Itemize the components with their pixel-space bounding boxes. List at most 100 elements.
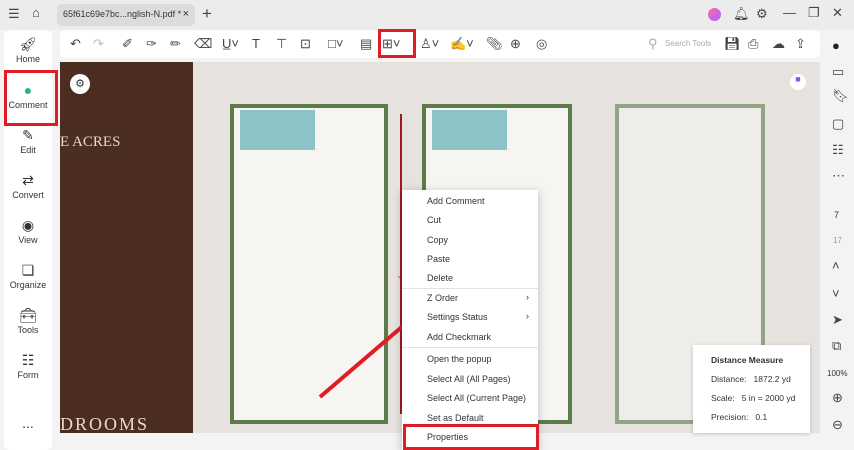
- document-tab[interactable]: 65f61c69e7bc...nglish-N.pdf * ×: [57, 4, 195, 26]
- sidebar-item-tools[interactable]: 🧰︎ Tools: [4, 307, 52, 335]
- chevron-down-icon[interactable]: ˅: [832, 286, 840, 301]
- page-total: 17: [833, 236, 842, 245]
- page-current[interactable]: 7: [834, 210, 839, 220]
- signature-icon[interactable]: ✍˅: [450, 36, 474, 52]
- menu-item-open-popup[interactable]: Open the popup: [402, 349, 538, 369]
- menu-label: Z Order: [427, 293, 459, 303]
- brochure-panel: E ACRES DROOMS: [60, 62, 193, 433]
- sidebar-label: Edit: [20, 145, 36, 155]
- more-icon[interactable]: ⋯: [832, 168, 845, 184]
- settings-toggle-icon[interactable]: ⚙: [70, 74, 90, 94]
- title-bar: ☰ ⌂ 65f61c69e7bc...nglish-N.pdf * × + 🔔︎ …: [0, 0, 854, 30]
- zoom-out-icon[interactable]: ⊖: [832, 417, 843, 433]
- right-sidebar: ● ▭ 🔖︎ ▢ ☷ ⋯ 7 17 ˄ ˅ ➤ ⧉ 100% ⊕ ⊖: [824, 30, 854, 450]
- area-highlight-icon[interactable]: ✑: [146, 36, 157, 52]
- sidebar-item-form[interactable]: ☷ Form: [4, 352, 52, 380]
- search-tools-input[interactable]: Search Tools: [665, 39, 711, 48]
- stamp-icon[interactable]: ♙˅: [420, 36, 439, 52]
- pool: [240, 110, 315, 150]
- highlight-measure-tool: [378, 29, 416, 58]
- redo-icon[interactable]: ↷: [93, 36, 104, 52]
- window-close-icon[interactable]: ✕: [832, 5, 843, 21]
- cloud-upload-icon[interactable]: ☁: [772, 36, 785, 52]
- menu-item-settings-status[interactable]: Settings Status ›: [402, 307, 538, 327]
- share-icon[interactable]: ⇪: [795, 36, 806, 52]
- toolbar: ↶ ↷ ✐ ✑ ✏ ⌫ U̲˅ T ⊤ ⊡ □˅ ▤ ⊞˅ ♙˅ ✍˅ 📎︎ ⊕…: [60, 30, 820, 58]
- properties-panel-icon[interactable]: ☷: [832, 142, 844, 158]
- distance-row: Distance: 1872.2 yd: [711, 374, 810, 384]
- comments-panel-icon[interactable]: ▢: [832, 116, 844, 132]
- ai-robot-icon[interactable]: ●: [832, 38, 840, 53]
- attachment-icon[interactable]: 📎︎: [486, 36, 503, 52]
- menu-item-select-all-pages[interactable]: Select All (All Pages): [402, 369, 538, 389]
- distance-value: 1872.2 yd: [753, 374, 791, 384]
- context-menu: Add Comment Cut Copy Paste Delete Z Orde…: [402, 190, 538, 450]
- sidebar-item-edit[interactable]: ✎ Edit: [4, 127, 52, 155]
- bell-icon[interactable]: 🔔︎: [733, 6, 750, 22]
- form-icon: ☷: [21, 352, 35, 368]
- chevron-up-icon[interactable]: ˄: [832, 258, 840, 273]
- sidebar-item-home[interactable]: 🚀︎ Home: [4, 36, 52, 64]
- avatar[interactable]: [708, 8, 721, 21]
- sidebar-item-convert[interactable]: ⇄ Convert: [4, 172, 52, 200]
- sidebar-item-view[interactable]: ◉ View: [4, 217, 52, 245]
- menu-item-add-checkmark[interactable]: Add Checkmark: [402, 327, 538, 347]
- menu-item-cut[interactable]: Cut: [402, 210, 538, 230]
- view-icon: ◉: [21, 217, 35, 233]
- save-icon[interactable]: 💾︎: [724, 36, 741, 52]
- menu-item-z-order[interactable]: Z Order ›: [402, 288, 538, 308]
- chevron-right-icon: ›: [526, 292, 529, 302]
- precision-label: Precision:: [711, 412, 749, 422]
- undo-icon[interactable]: ↶: [70, 36, 81, 52]
- tab-title: 65f61c69e7bc...nglish-N.pdf *: [63, 9, 182, 19]
- underline-icon[interactable]: U̲˅: [222, 36, 239, 51]
- menu-item-paste[interactable]: Paste: [402, 249, 538, 269]
- menu-item-copy[interactable]: Copy: [402, 230, 538, 250]
- distance-label: Distance:: [711, 374, 747, 384]
- fit-page-icon[interactable]: ⧉: [832, 338, 841, 354]
- eraser-icon[interactable]: ⌫: [194, 36, 212, 52]
- panel-icon[interactable]: ▭: [832, 64, 844, 80]
- new-tab-icon[interactable]: +: [202, 4, 212, 24]
- sidebar-label: Form: [17, 370, 39, 380]
- add-note-icon[interactable]: ⊕: [510, 36, 521, 52]
- zoom-in-icon[interactable]: ⊕: [832, 390, 843, 406]
- menu-icon[interactable]: ☰: [8, 6, 20, 22]
- minimize-icon[interactable]: —: [783, 5, 796, 20]
- scale-row: Scale: 5 in = 2000 yd: [711, 393, 810, 403]
- menu-item-delete[interactable]: Delete: [402, 268, 538, 288]
- pool: [432, 110, 507, 150]
- convert-icon: ⇄: [22, 172, 34, 188]
- select-cursor-icon[interactable]: ➤: [832, 312, 843, 328]
- close-icon[interactable]: ×: [183, 8, 189, 20]
- highlight-properties: [403, 424, 539, 450]
- textbox-icon[interactable]: ⊤: [276, 36, 287, 52]
- shape-icon[interactable]: □˅: [328, 36, 343, 51]
- sidebar-item-organize[interactable]: ❏ Organize: [4, 262, 52, 290]
- pencil-icon[interactable]: ✏: [170, 36, 181, 52]
- ai-assistant-icon[interactable]: ■: [790, 74, 806, 90]
- callout-icon[interactable]: ⊡: [300, 36, 311, 52]
- more-button[interactable]: ...: [4, 415, 52, 431]
- highlighter-icon[interactable]: ✐: [122, 36, 133, 52]
- bookmark-icon[interactable]: 🔖︎: [832, 88, 849, 104]
- organize-icon: ❏: [21, 262, 35, 278]
- restore-icon[interactable]: ❐: [808, 5, 820, 21]
- home-icon[interactable]: ⌂: [32, 5, 40, 20]
- menu-label: Settings Status: [427, 312, 488, 322]
- gear-icon[interactable]: ⚙: [756, 6, 768, 22]
- note-icon[interactable]: ▤: [360, 36, 372, 52]
- eye-icon[interactable]: ◎: [536, 36, 547, 52]
- menu-item-add-comment[interactable]: Add Comment: [402, 191, 538, 211]
- brand-text: E ACRES: [60, 134, 121, 150]
- menu-item-select-all-current[interactable]: Select All (Current Page): [402, 388, 538, 408]
- print-icon[interactable]: ⎙: [748, 36, 758, 52]
- highlight-comment: [4, 70, 58, 126]
- sidebar-label: Organize: [9, 280, 47, 290]
- tools-icon: 🧰︎: [19, 307, 37, 323]
- text-icon[interactable]: T: [252, 36, 260, 51]
- precision-row: Precision: 0.1: [711, 412, 810, 422]
- edit-icon: ✎: [22, 127, 34, 143]
- sidebar-label: Tools: [17, 325, 39, 335]
- zoom-level[interactable]: 100%: [827, 369, 847, 378]
